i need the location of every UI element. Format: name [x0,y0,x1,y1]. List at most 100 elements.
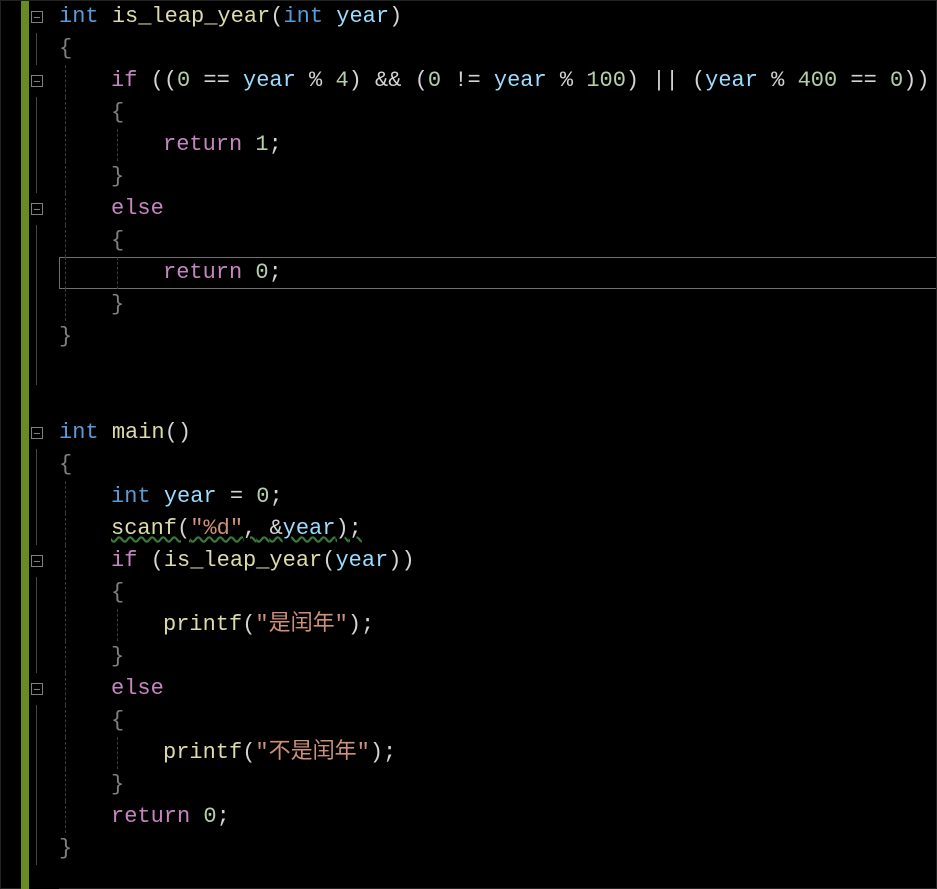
token-num: 0 [255,260,268,285]
token-ident: year [164,484,217,509]
fold-guide [29,705,59,737]
indent-guide [65,289,66,321]
token-op: && [362,68,415,93]
token-num: 0 [256,484,269,509]
token-str: "%d" [190,516,243,541]
code-line[interactable]: int main() [59,417,191,449]
code-line[interactable]: return 0; [59,801,230,833]
code-line[interactable]: } [59,641,124,673]
indent-guide [65,641,66,673]
code-line[interactable]: { [59,577,124,609]
fold-minus-icon[interactable] [31,203,43,215]
token-paren: ( [151,68,164,93]
token-num: 100 [586,68,626,93]
token-op: & [269,516,282,541]
fold-minus-icon[interactable] [31,11,43,23]
indent-guide [65,705,66,737]
code-line[interactable]: { [59,449,72,481]
code-line[interactable]: return 1; [59,129,282,161]
token-paren: ( [165,420,178,445]
fold-minus-icon[interactable] [31,683,43,695]
fold-guide [29,641,59,673]
token-op: % [758,68,798,93]
token-op: != [441,68,494,93]
fold-minus-icon[interactable] [31,555,43,567]
token-brace: } [111,644,124,669]
fold-toggle[interactable] [29,673,59,705]
token-kw-type: int [283,4,323,29]
token-paren: ( [270,4,283,29]
indent-guide [65,97,66,129]
token-kw-type: int [59,420,99,445]
fold-guide [29,577,59,609]
code-line[interactable]: scanf("%d", &year); [59,513,362,545]
code-line[interactable]: { [59,705,124,737]
token-kw-flow: else [111,196,164,221]
fold-toggle[interactable] [29,65,59,97]
indent-guide [65,801,66,833]
token-paren: ) [335,516,348,541]
fold-guide [29,449,59,481]
token-kw-flow: if [111,548,137,573]
indent-guide [65,769,66,801]
code-line[interactable]: if (is_leap_year(year)) [59,545,415,577]
token-op: , [243,516,256,541]
token-fn: scanf [111,516,177,541]
fold-guide [29,97,59,129]
fold-minus-icon[interactable] [31,75,43,87]
code-line[interactable]: } [59,321,72,353]
token-brace: { [111,708,124,733]
token-num: 4 [335,68,348,93]
indent-guide [65,193,66,225]
token-brace: } [111,292,124,317]
fold-toggle[interactable] [29,1,59,33]
code-line[interactable]: { [59,33,72,65]
indent-guide [65,161,66,193]
indent-guide [65,481,66,513]
code-line[interactable]: { [59,97,124,129]
token-brace: { [59,36,72,61]
fold-toggle[interactable] [29,193,59,225]
code-line[interactable]: } [59,769,124,801]
code-line[interactable]: if ((0 == year % 4) && (0 != year % 100)… [59,65,930,97]
fold-minus-icon[interactable] [31,427,43,439]
token-kw-flow: if [111,68,137,93]
indent-guide [117,129,118,161]
token-op: % [296,68,336,93]
token-ident: year [494,68,547,93]
fold-guide [29,801,59,833]
code-line[interactable]: int is_leap_year(int year) [59,1,402,33]
token-paren: ( [177,516,190,541]
token-paren: ) [903,68,916,93]
token-paren: ) [401,548,414,573]
token-str: "是闰年" [255,612,347,637]
code-line[interactable]: int year = 0; [59,481,283,513]
indent-guide [65,65,66,97]
token-op [242,260,255,285]
token-kw-flow: else [111,676,164,701]
token-num: 0 [890,68,903,93]
code-line[interactable]: { [59,225,124,257]
code-editor[interactable]: int is_leap_year(int year){if ((0 == yea… [0,0,937,889]
code-line[interactable]: printf("是闰年"); [59,609,374,641]
code-line[interactable]: return 0; [59,257,282,289]
token-op: ; [269,132,282,157]
code-line[interactable]: } [59,289,124,321]
token-paren: ( [242,612,255,637]
token-brace: { [59,452,72,477]
code-line[interactable]: else [59,673,164,705]
fold-toggle[interactable] [29,417,59,449]
code-line[interactable]: else [59,193,164,225]
code-line[interactable]: printf("不是闰年"); [59,737,396,769]
token-paren: ( [164,68,177,93]
code-line[interactable]: } [59,161,124,193]
fold-gutter[interactable] [29,1,59,889]
code-line[interactable]: } [59,833,72,865]
indent-guide [65,577,66,609]
indent-guide [65,609,66,641]
fold-toggle[interactable] [29,545,59,577]
token-op [151,484,164,509]
fold-guide [29,225,59,257]
token-paren: ( [242,740,255,765]
fold-guide [29,609,59,641]
